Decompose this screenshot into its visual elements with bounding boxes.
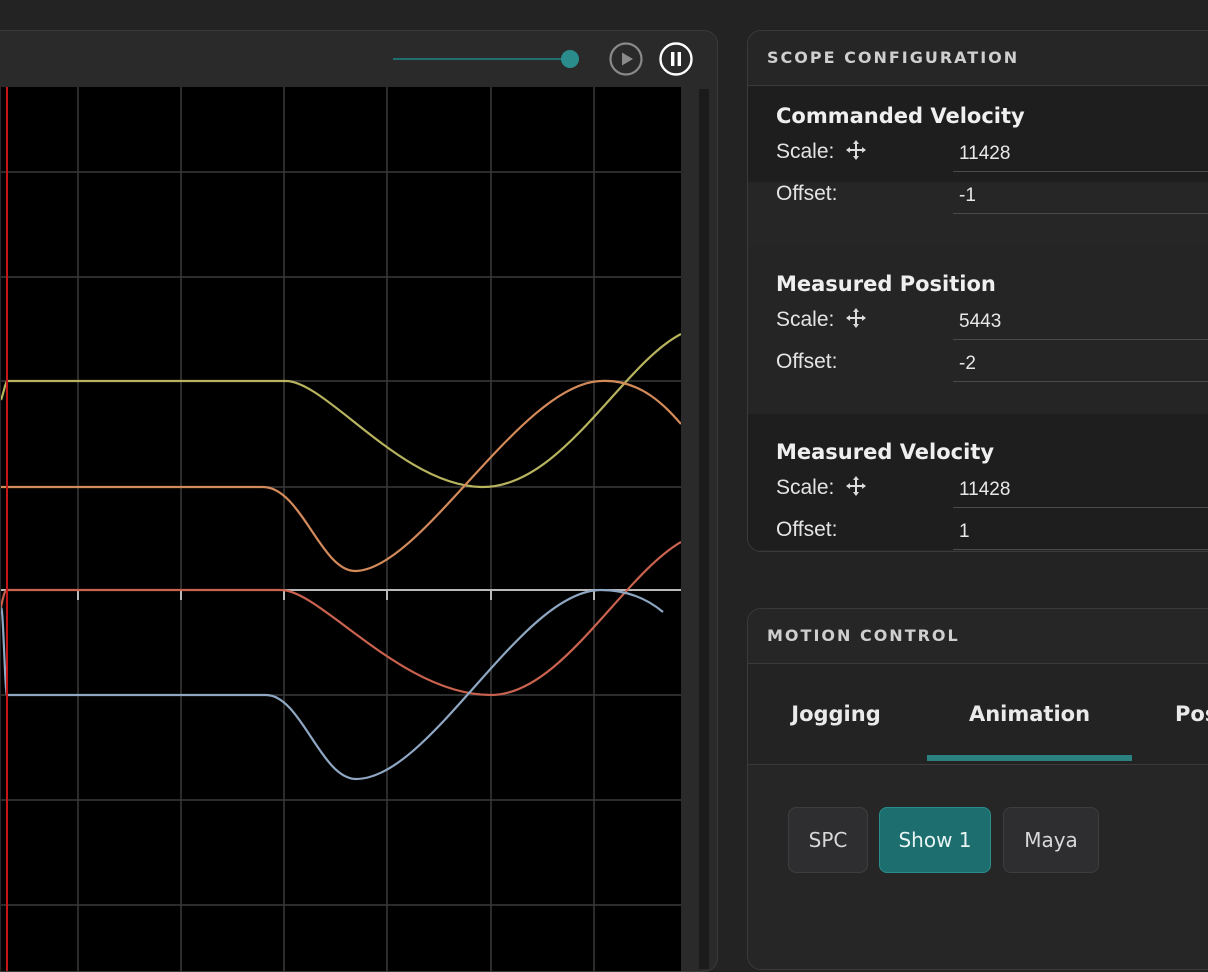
slider-track <box>393 58 569 60</box>
scope-grid <box>1 87 681 971</box>
scale-label: Scale: <box>776 476 835 499</box>
scale-label: Scale: <box>776 140 835 163</box>
offset-input[interactable] <box>953 514 1208 550</box>
tab-position[interactable]: Pos <box>1153 664 1208 764</box>
scale-input[interactable] <box>953 304 1208 340</box>
channel-name: Commanded Velocity <box>776 104 1025 128</box>
pause-icon <box>659 42 693 76</box>
scope-panel <box>0 30 718 972</box>
tab-animation[interactable]: Animation <box>927 664 1132 764</box>
play-icon <box>609 42 643 76</box>
scale-label: Scale: <box>776 308 835 331</box>
offset-label: Offset: <box>776 350 838 373</box>
playback-speed-slider[interactable] <box>393 49 579 69</box>
motion-control-panel: MOTION CONTROL Jogging Animation Pos SPC… <box>747 608 1208 970</box>
offset-input[interactable] <box>953 178 1208 214</box>
scale-input[interactable] <box>953 472 1208 508</box>
offset-label: Offset: <box>776 518 838 541</box>
scope-toolbar <box>0 31 717 86</box>
preset-button-spc[interactable]: SPC <box>788 807 868 873</box>
preset-button-show-1[interactable]: Show 1 <box>879 807 991 873</box>
signal-trace <box>0 333 682 489</box>
oscilloscope-plot <box>0 87 682 971</box>
slider-thumb[interactable] <box>561 50 579 68</box>
motion-control-title: MOTION CONTROL <box>748 609 1208 664</box>
channel-name: Measured Position <box>776 272 996 296</box>
scope-configuration-panel: SCOPE CONFIGURATION Commanded Velocity S… <box>747 30 1208 552</box>
preset-button-maya[interactable]: Maya <box>1003 807 1099 873</box>
scope-traces <box>0 333 682 781</box>
offset-input[interactable] <box>953 346 1208 382</box>
scope-configuration-title: SCOPE CONFIGURATION <box>748 31 1208 86</box>
channel-config-list[interactable]: Commanded Velocity Scale: Offset: Measur… <box>748 86 1208 550</box>
channel-config-group: Measured Position Scale: Offset: <box>748 246 1208 414</box>
oscilloscope-canvas[interactable] <box>0 87 682 971</box>
move-icon[interactable] <box>844 474 868 498</box>
active-tab-indicator <box>927 755 1132 761</box>
play-button[interactable] <box>609 42 643 76</box>
move-icon[interactable] <box>844 306 868 330</box>
signal-trace <box>1 379 682 573</box>
scope-scrollbar[interactable] <box>699 89 709 969</box>
pause-button[interactable] <box>659 42 693 76</box>
tab-jogging[interactable]: Jogging <box>766 664 906 764</box>
channel-config-group: Measured Velocity Scale: Offset: <box>748 414 1208 550</box>
offset-label: Offset: <box>776 182 838 205</box>
channel-config-group: Commanded Velocity Scale: Offset: <box>748 86 1208 214</box>
channel-name: Measured Velocity <box>776 440 995 464</box>
scale-input[interactable] <box>953 136 1208 172</box>
signal-trace <box>0 588 664 781</box>
move-icon[interactable] <box>844 138 868 162</box>
motion-control-tabs: Jogging Animation Pos <box>748 664 1208 765</box>
